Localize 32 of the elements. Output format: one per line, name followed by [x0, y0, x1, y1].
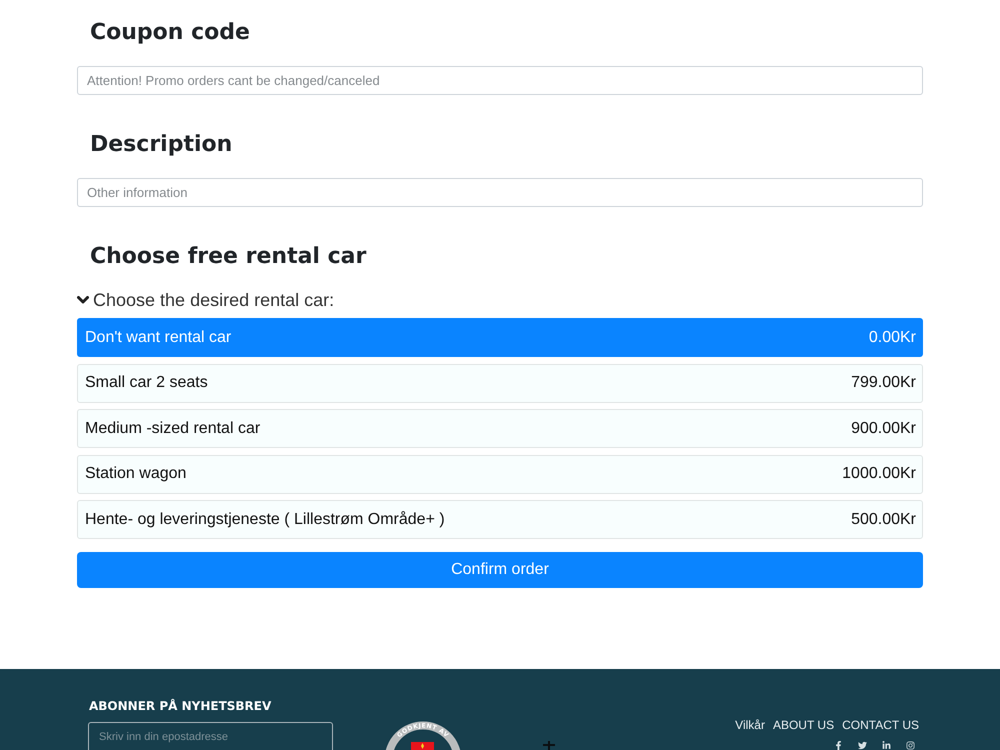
rental-option[interactable]: Medium -sized rental car 900.00Kr — [77, 409, 923, 448]
letters-in-icon[interactable] — [882, 741, 891, 750]
emblem-icon — [541, 741, 557, 750]
input-field[interactable]: Other information — [77, 178, 923, 207]
option-label: Medium -sized rental car — [85, 420, 260, 438]
option-price: 900.00Kr — [851, 420, 916, 438]
letter-f-icon[interactable] — [834, 741, 843, 750]
section-heading: Description — [89, 131, 232, 159]
rental-option[interactable]: Hente- og leveringstjeneste ( Lillestrøm Område+ ) 500.00Kr — [77, 500, 923, 539]
footer-link[interactable]: CONTACT US — [842, 718, 919, 732]
section-heading: Choose free rental car — [89, 243, 366, 271]
rental-option[interactable]: Station wagon 1000.00Kr — [77, 454, 923, 494]
camera-icon[interactable] — [906, 741, 915, 750]
footer-link[interactable]: Vilkår — [735, 718, 765, 732]
option-price: 0.00Kr — [868, 328, 916, 346]
confirm-order-button[interactable]: Confirm order — [77, 552, 923, 588]
dropdown-toggle[interactable]: Choose the desired rental car: — [77, 288, 334, 312]
footer-link[interactable]: ABOUT US — [772, 718, 834, 732]
newsletter-title: ABONNER PÅ NYHETSBREV — [89, 698, 272, 714]
option-label: Don't want rental car — [85, 328, 232, 346]
email-field[interactable]: Skriv inn din epostadresse — [88, 722, 333, 750]
section-heading: Coupon code — [89, 19, 250, 47]
option-label: Station wagon — [85, 465, 186, 483]
option-label: Hente- og leveringstjeneste ( Lillestrøm Område+ ) — [85, 510, 445, 528]
option-price: 500.00Kr — [851, 510, 916, 528]
rental-option[interactable]: Small car 2 seats 799.00Kr — [77, 364, 923, 402]
input-field[interactable]: Attention! Promo orders cant be changed/canceled — [77, 66, 923, 95]
option-price: 1000.00Kr — [842, 465, 916, 483]
rental-option[interactable]: Don't want rental car 0.00Kr — [77, 318, 923, 357]
option-price: 799.00Kr — [851, 374, 916, 392]
option-label: Small car 2 seats — [85, 374, 208, 392]
bird-icon[interactable] — [858, 741, 867, 750]
